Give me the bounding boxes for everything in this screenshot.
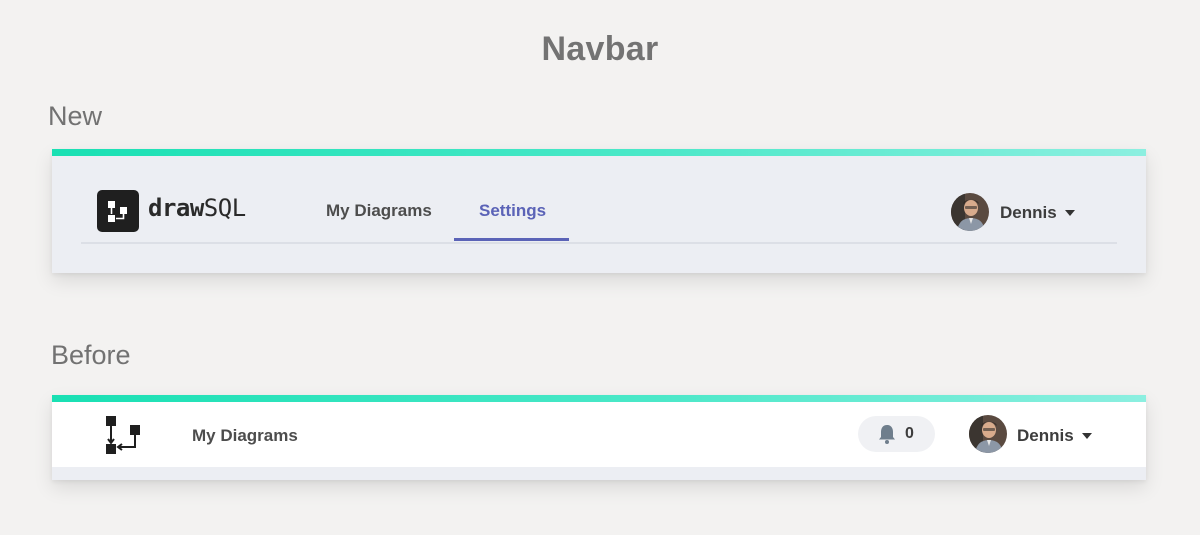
user-avatar[interactable] — [969, 415, 1007, 453]
nav-link-my-diagrams[interactable]: My Diagrams — [326, 201, 432, 221]
user-name[interactable]: Dennis — [1000, 203, 1057, 223]
nav-link-my-diagrams[interactable]: My Diagrams — [192, 426, 298, 446]
nav-link-settings[interactable]: Settings — [479, 201, 546, 221]
bell-icon — [879, 425, 895, 444]
caret-down-icon[interactable] — [1065, 210, 1075, 216]
accent-bar — [52, 149, 1146, 156]
navbar-footer-strip — [52, 467, 1146, 480]
diagram-logo-icon[interactable] — [104, 414, 144, 461]
caret-down-icon[interactable] — [1082, 433, 1092, 439]
section-label-before: Before — [51, 340, 131, 370]
user-name[interactable]: Dennis — [1017, 426, 1074, 446]
notification-count: 0 — [905, 425, 914, 442]
new-navbar: drawSQL My Diagrams Settings Dennis — [52, 149, 1146, 273]
wordmark-bold: draw — [148, 194, 204, 222]
logo-wordmark[interactable]: drawSQL — [148, 194, 246, 222]
active-tab-underline — [454, 238, 569, 241]
notifications-button[interactable]: 0 — [858, 416, 935, 452]
navbar-inner: drawSQL My Diagrams Settings Dennis — [81, 156, 1117, 244]
diagram-logo-icon[interactable] — [97, 190, 139, 232]
wordmark-light: SQL — [203, 194, 246, 222]
user-avatar[interactable] — [951, 193, 989, 231]
page-title: Navbar — [541, 30, 659, 68]
accent-bar — [52, 395, 1146, 402]
section-label-new: New — [48, 101, 103, 131]
before-navbar: My Diagrams 0 Dennis — [52, 395, 1146, 480]
